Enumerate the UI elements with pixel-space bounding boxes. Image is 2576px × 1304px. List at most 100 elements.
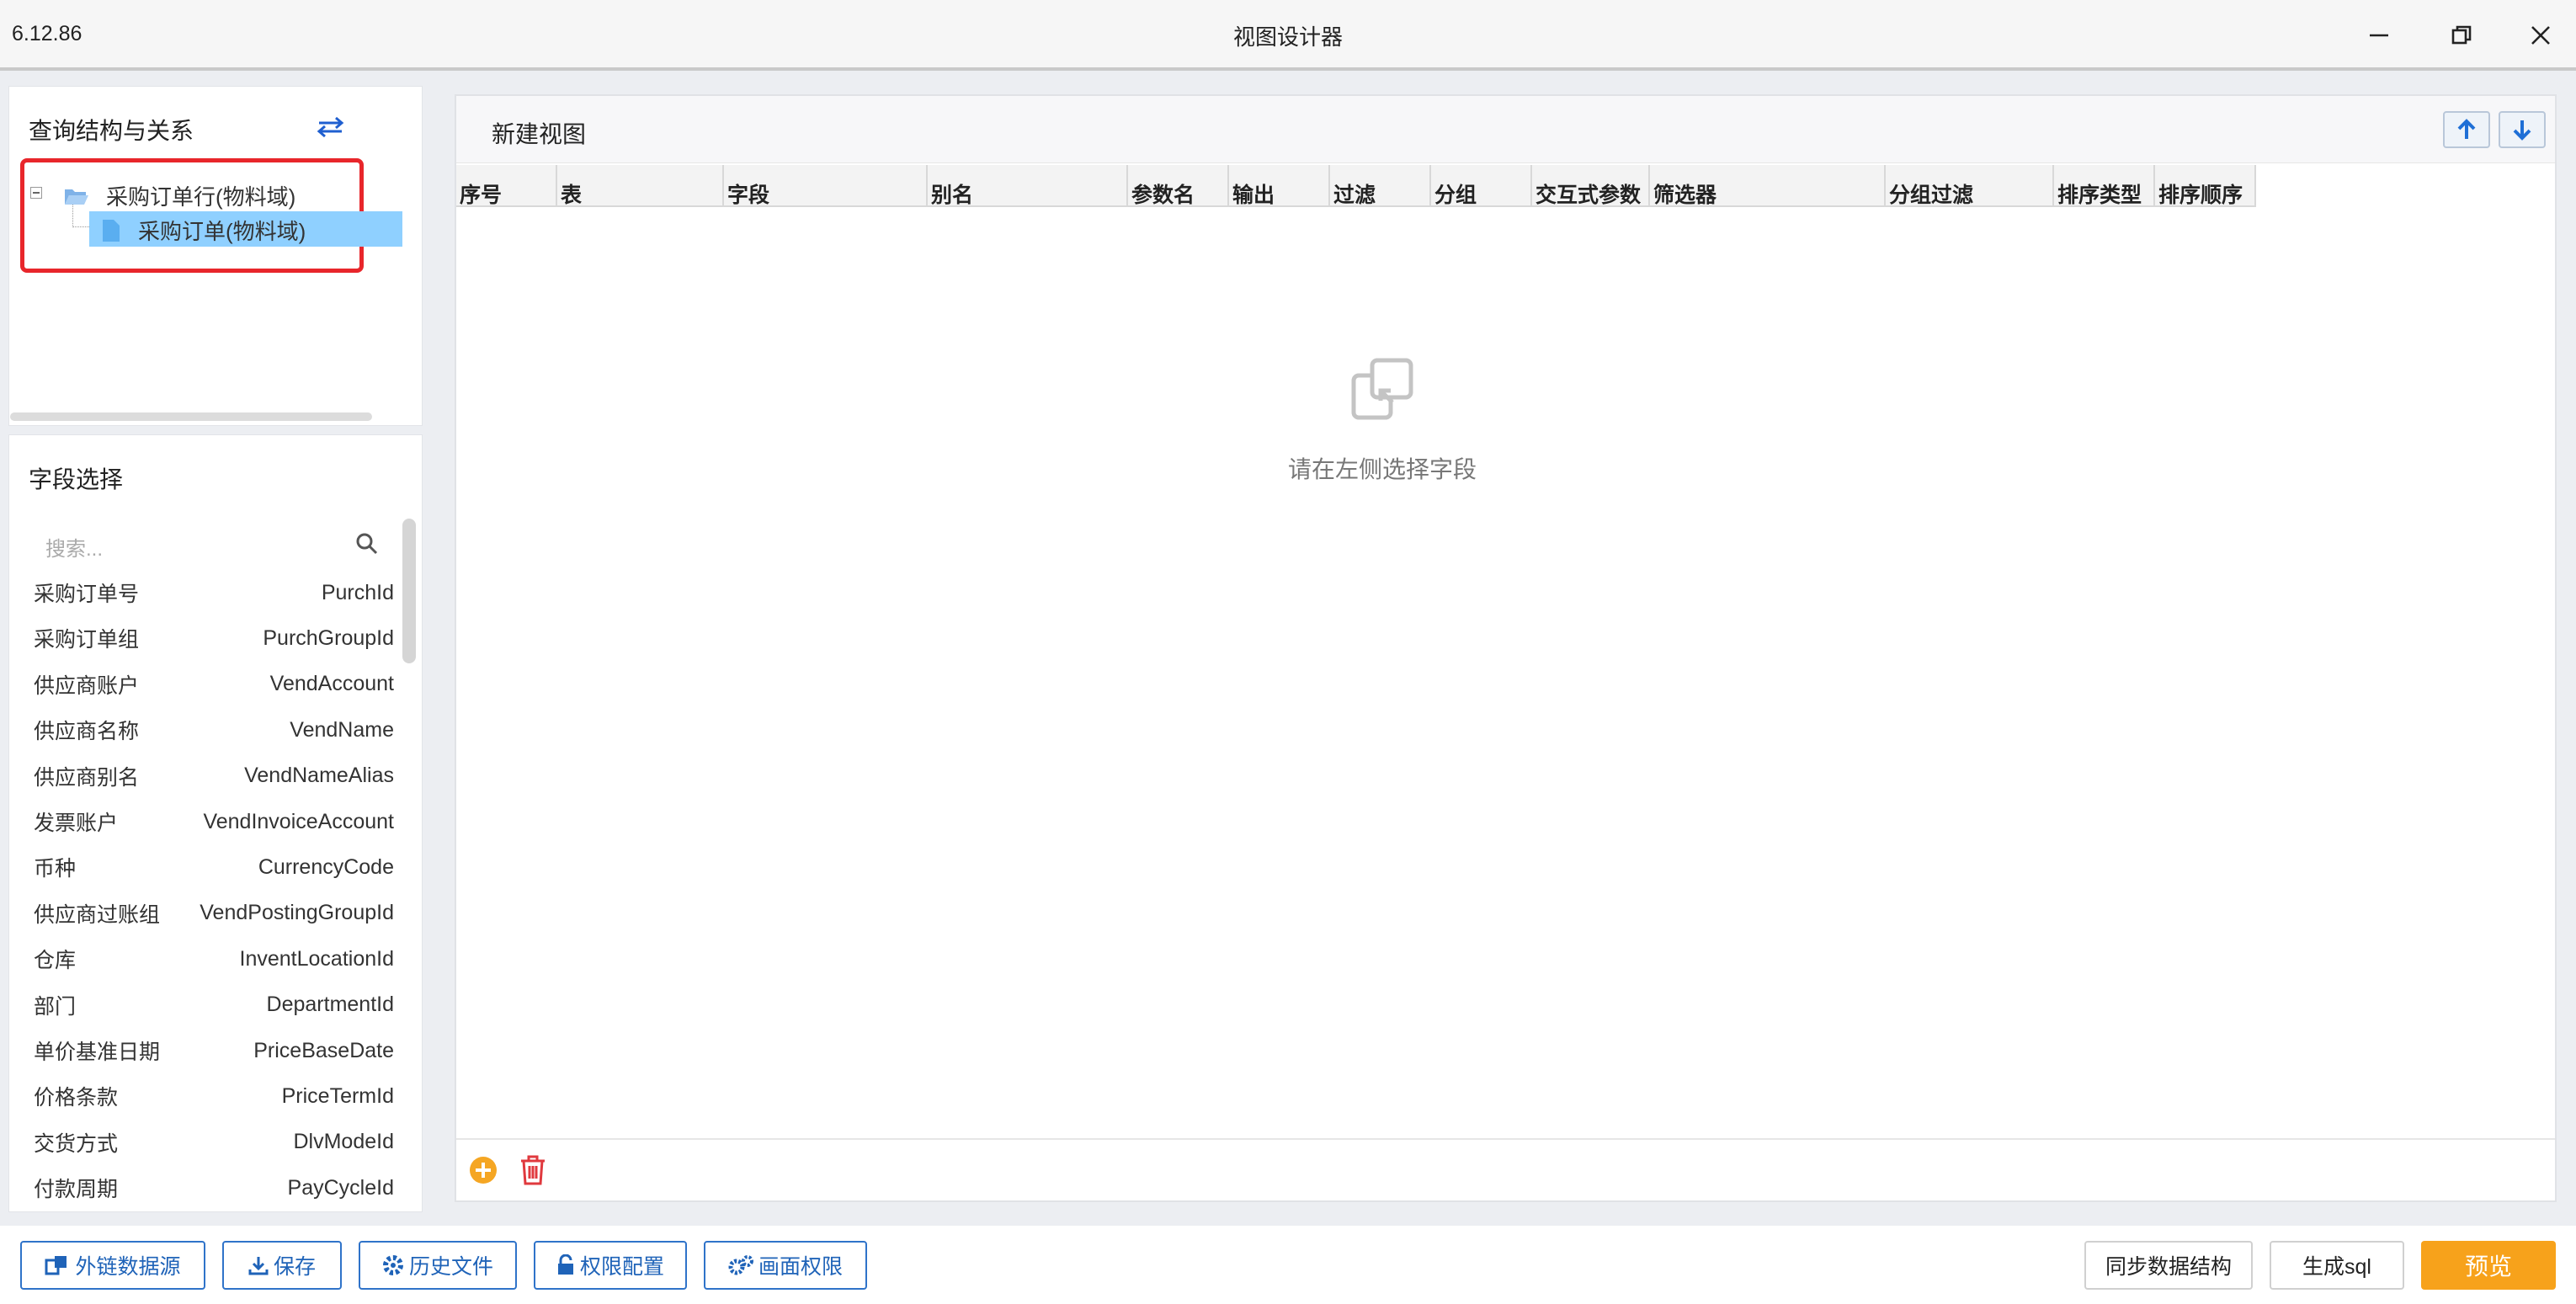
field-label: 币种 (34, 857, 77, 881)
link-source-icon (45, 1256, 67, 1275)
arrow-up-icon (2457, 119, 2476, 139)
column-header[interactable]: 过滤 (1330, 165, 1431, 207)
tree-collapse-toggle[interactable] (30, 187, 42, 199)
column-header[interactable]: 交互式参数 (1532, 165, 1650, 207)
field-code: PayCycleId (287, 1175, 394, 1200)
field-item[interactable]: 供应商名称 VendName (34, 707, 394, 753)
window-title: 视图设计器 (1232, 24, 1343, 50)
view-title: 新建视图 (492, 121, 587, 147)
field-code: InventLocationId (239, 946, 394, 971)
tree-item-child[interactable]: 采购订单(物料域) (101, 215, 306, 246)
permission-config-button[interactable]: 权限配置 (534, 1241, 687, 1290)
field-code: PriceTermId (281, 1083, 394, 1108)
field-code: VendAccount (269, 672, 394, 696)
close-button[interactable] (2519, 13, 2563, 57)
field-code: VendInvoiceAccount (203, 809, 394, 833)
save-label: 保存 (273, 1255, 316, 1279)
field-selection-title: 字段选择 (29, 466, 124, 492)
screen-permission-button[interactable]: 画面权限 (704, 1241, 867, 1290)
external-source-label: 外链数据源 (75, 1255, 181, 1279)
field-item[interactable]: 单价基准日期 PriceBaseDate (34, 1028, 394, 1073)
swap-icon[interactable] (317, 114, 345, 140)
view-footer (456, 1138, 2555, 1200)
field-label: 交货方式 (34, 1131, 119, 1156)
save-button[interactable]: 保存 (222, 1241, 342, 1290)
view-panel: 新建视图 序号表字段 别名 参数名 输出 过滤 分组 交互式参数 筛选器 分组过滤 排序类型 排序顺… (455, 94, 2557, 1202)
restore-button[interactable] (2440, 13, 2483, 57)
move-up-button[interactable] (2443, 111, 2490, 148)
preview-button[interactable]: 预览 (2421, 1241, 2556, 1290)
delete-icon[interactable] (519, 1155, 547, 1185)
field-label: 部门 (34, 994, 77, 1019)
sync-structure-button[interactable]: 同步数据结构 (2084, 1241, 2253, 1290)
column-header[interactable]: 别名 (928, 165, 1128, 207)
field-label: 供应商名称 (34, 720, 140, 744)
field-item[interactable]: 仓库 InventLocationId (34, 936, 394, 982)
column-header[interactable]: 排序类型 (2054, 165, 2155, 207)
field-code: VendName (290, 717, 394, 742)
field-label: 供应商账户 (34, 673, 140, 698)
field-label: 供应商别名 (34, 765, 140, 790)
field-label: 供应商过账组 (34, 902, 161, 927)
field-code: DlvModeId (293, 1130, 395, 1154)
field-code: PurchGroupId (263, 625, 394, 650)
field-label: 采购订单号 (34, 583, 140, 606)
column-header[interactable]: 参数名 (1128, 165, 1229, 207)
column-header[interactable]: 分组 (1431, 165, 1532, 207)
field-code: DepartmentId (266, 993, 394, 1017)
column-header[interactable]: 序号 (456, 165, 557, 207)
field-item[interactable]: 采购订单号 PurchId (34, 570, 394, 615)
add-icon[interactable] (468, 1155, 498, 1185)
field-item[interactable]: 采购订单组 PurchGroupId (34, 615, 394, 661)
horizontal-scrollbar[interactable] (10, 412, 372, 421)
field-item[interactable]: 价格条款 PriceTermId (34, 1073, 394, 1119)
download-icon (248, 1257, 269, 1275)
field-item[interactable]: 供应商过账组 VendPostingGroupId (34, 891, 394, 936)
empty-state-text: 请在左侧选择字段 (1287, 456, 1477, 482)
minimize-icon (2370, 34, 2388, 37)
tree-item-root[interactable]: 采购订单行(物料域) (64, 180, 295, 211)
field-label: 仓库 (34, 949, 77, 973)
field-code: PriceBaseDate (253, 1038, 394, 1062)
bottom-toolbar: 外链数据源 保存 历史文件 权限配置 画面权限 同步数据结构 生成sql 预览 (0, 1226, 2576, 1304)
screen-permission-label: 画面权限 (758, 1255, 843, 1279)
column-header[interactable]: 字段 (724, 165, 928, 207)
column-header[interactable]: 输出 (1229, 165, 1330, 207)
history-button[interactable]: 历史文件 (359, 1241, 517, 1290)
restore-icon (2451, 25, 2472, 45)
field-code: PurchId (321, 580, 394, 604)
field-item[interactable]: 付款周期 PayCycleId (34, 1165, 394, 1211)
search-icon (356, 533, 378, 555)
field-label: 发票账户 (34, 812, 119, 835)
vertical-scrollbar[interactable] (402, 519, 416, 663)
search-input[interactable]: 搜索... (30, 525, 391, 562)
field-item[interactable]: 交货方式 DlvModeId (34, 1120, 394, 1165)
field-item[interactable]: 供应商账户 VendAccount (34, 662, 394, 707)
column-header[interactable]: 分组过滤 (1886, 165, 2054, 207)
tree-item-child-label: 采购订单(物料域) (138, 219, 306, 244)
lock-icon (557, 1254, 573, 1275)
column-header[interactable]: 筛选器 (1650, 165, 1886, 207)
gear-icon (382, 1255, 403, 1275)
minimize-button[interactable] (2357, 13, 2401, 57)
field-item[interactable]: 币种 CurrencyCode (34, 844, 394, 890)
history-label: 历史文件 (408, 1255, 493, 1279)
external-source-button[interactable]: 外链数据源 (20, 1241, 205, 1290)
field-label: 单价基准日期 (34, 1041, 161, 1064)
query-structure-title: 查询结构与关系 (29, 118, 194, 144)
field-item[interactable]: 供应商别名 VendNameAlias (34, 753, 394, 799)
field-label: 价格条款 (34, 1086, 119, 1110)
close-icon (2531, 26, 2550, 45)
field-label: 采购订单组 (34, 628, 140, 652)
title-bar: 6.12.86 视图设计器 (0, 0, 2576, 71)
field-item[interactable]: 发票账户 VendInvoiceAccount (34, 799, 394, 844)
field-code: VendPostingGroupId (200, 901, 394, 925)
column-header[interactable]: 排序顺序 (2155, 165, 2256, 207)
grid-header: 序号表字段 别名 参数名 输出 过滤 分组 交互式参数 筛选器 分组过滤 排序类型 排序顺序 (456, 165, 2256, 207)
column-header[interactable]: 表 (557, 165, 724, 207)
generate-sql-button[interactable]: 生成sql (2270, 1241, 2404, 1290)
field-code: VendNameAlias (244, 764, 394, 788)
move-down-button[interactable] (2499, 111, 2546, 148)
arrow-down-icon (2513, 120, 2531, 141)
field-item[interactable]: 部门 DepartmentId (34, 982, 394, 1028)
